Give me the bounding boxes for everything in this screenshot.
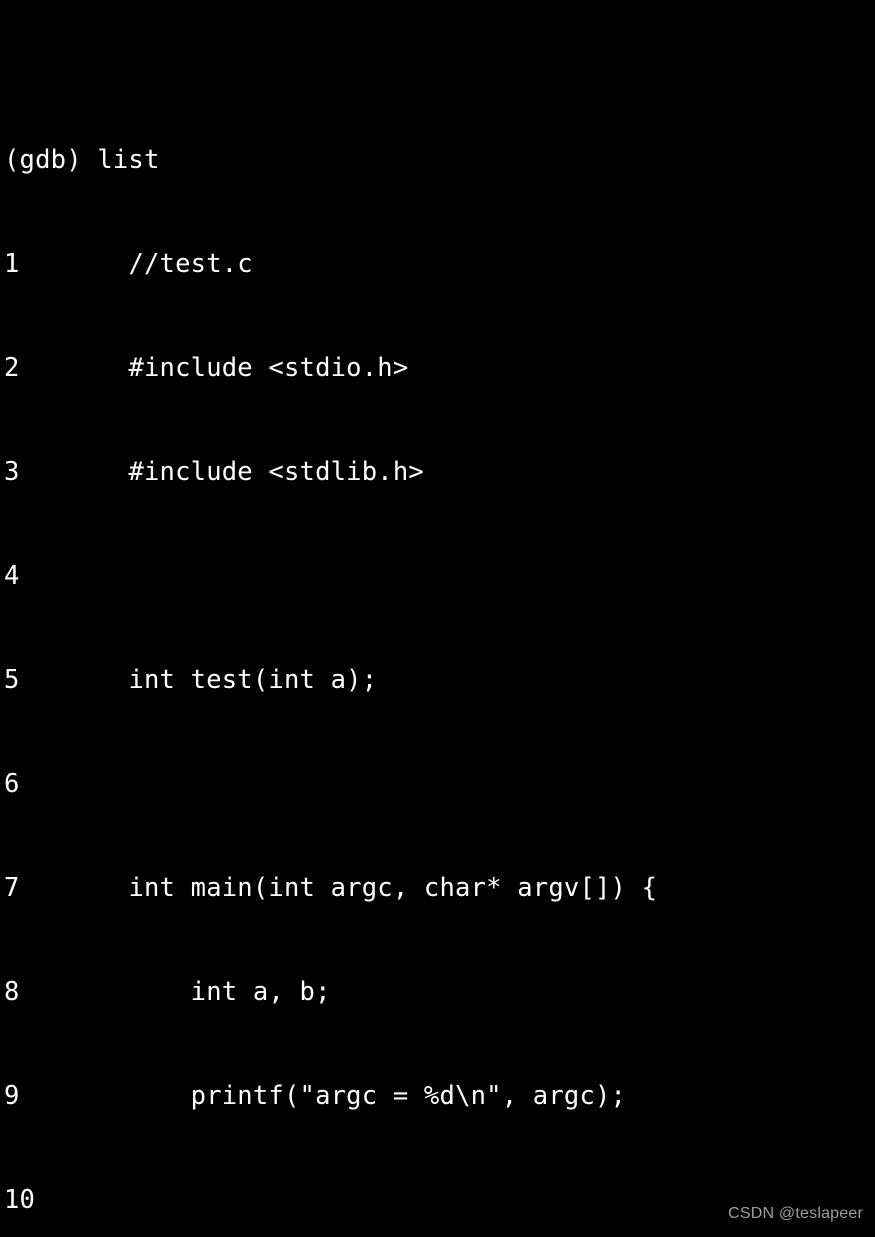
line-number: 1: [4, 249, 20, 279]
line-number: 10: [4, 1185, 35, 1215]
code-text: int a, b;: [128, 977, 330, 1007]
source-line: 5 int test(int a);: [4, 663, 871, 698]
code-text: #include <stdio.h>: [128, 353, 408, 383]
line-number: 7: [4, 873, 20, 903]
source-line: 1 //test.c: [4, 247, 871, 282]
source-line: 9 printf("argc = %d\n", argc);: [4, 1079, 871, 1114]
gdb-terminal[interactable]: (gdb) list 1 //test.c 2 #include <stdio.…: [0, 0, 875, 1237]
gdb-command: list: [97, 145, 159, 175]
source-line: 3 #include <stdlib.h>: [4, 455, 871, 490]
source-line: 4: [4, 559, 871, 594]
code-text: //test.c: [128, 249, 252, 279]
line-number: 4: [4, 561, 20, 591]
line-number: 3: [4, 457, 20, 487]
line-number: 5: [4, 665, 20, 695]
code-text: int test(int a);: [128, 665, 377, 695]
source-line: 8 int a, b;: [4, 975, 871, 1010]
line-number: 9: [4, 1081, 20, 1111]
code-text: printf("argc = %d\n", argc);: [128, 1081, 626, 1111]
line-number: 2: [4, 353, 20, 383]
source-line: 6: [4, 767, 871, 802]
code-text: #include <stdlib.h>: [128, 457, 424, 487]
watermark-text: CSDN @teslapeer: [728, 1205, 863, 1223]
gdb-command-line: (gdb) list: [4, 143, 871, 178]
source-line: 2 #include <stdio.h>: [4, 351, 871, 386]
gdb-prompt: (gdb): [4, 145, 97, 175]
source-line: 7 int main(int argc, char* argv[]) {: [4, 871, 871, 906]
line-number: 8: [4, 977, 20, 1007]
line-number: 6: [4, 769, 20, 799]
code-text: int main(int argc, char* argv[]) {: [128, 873, 657, 903]
